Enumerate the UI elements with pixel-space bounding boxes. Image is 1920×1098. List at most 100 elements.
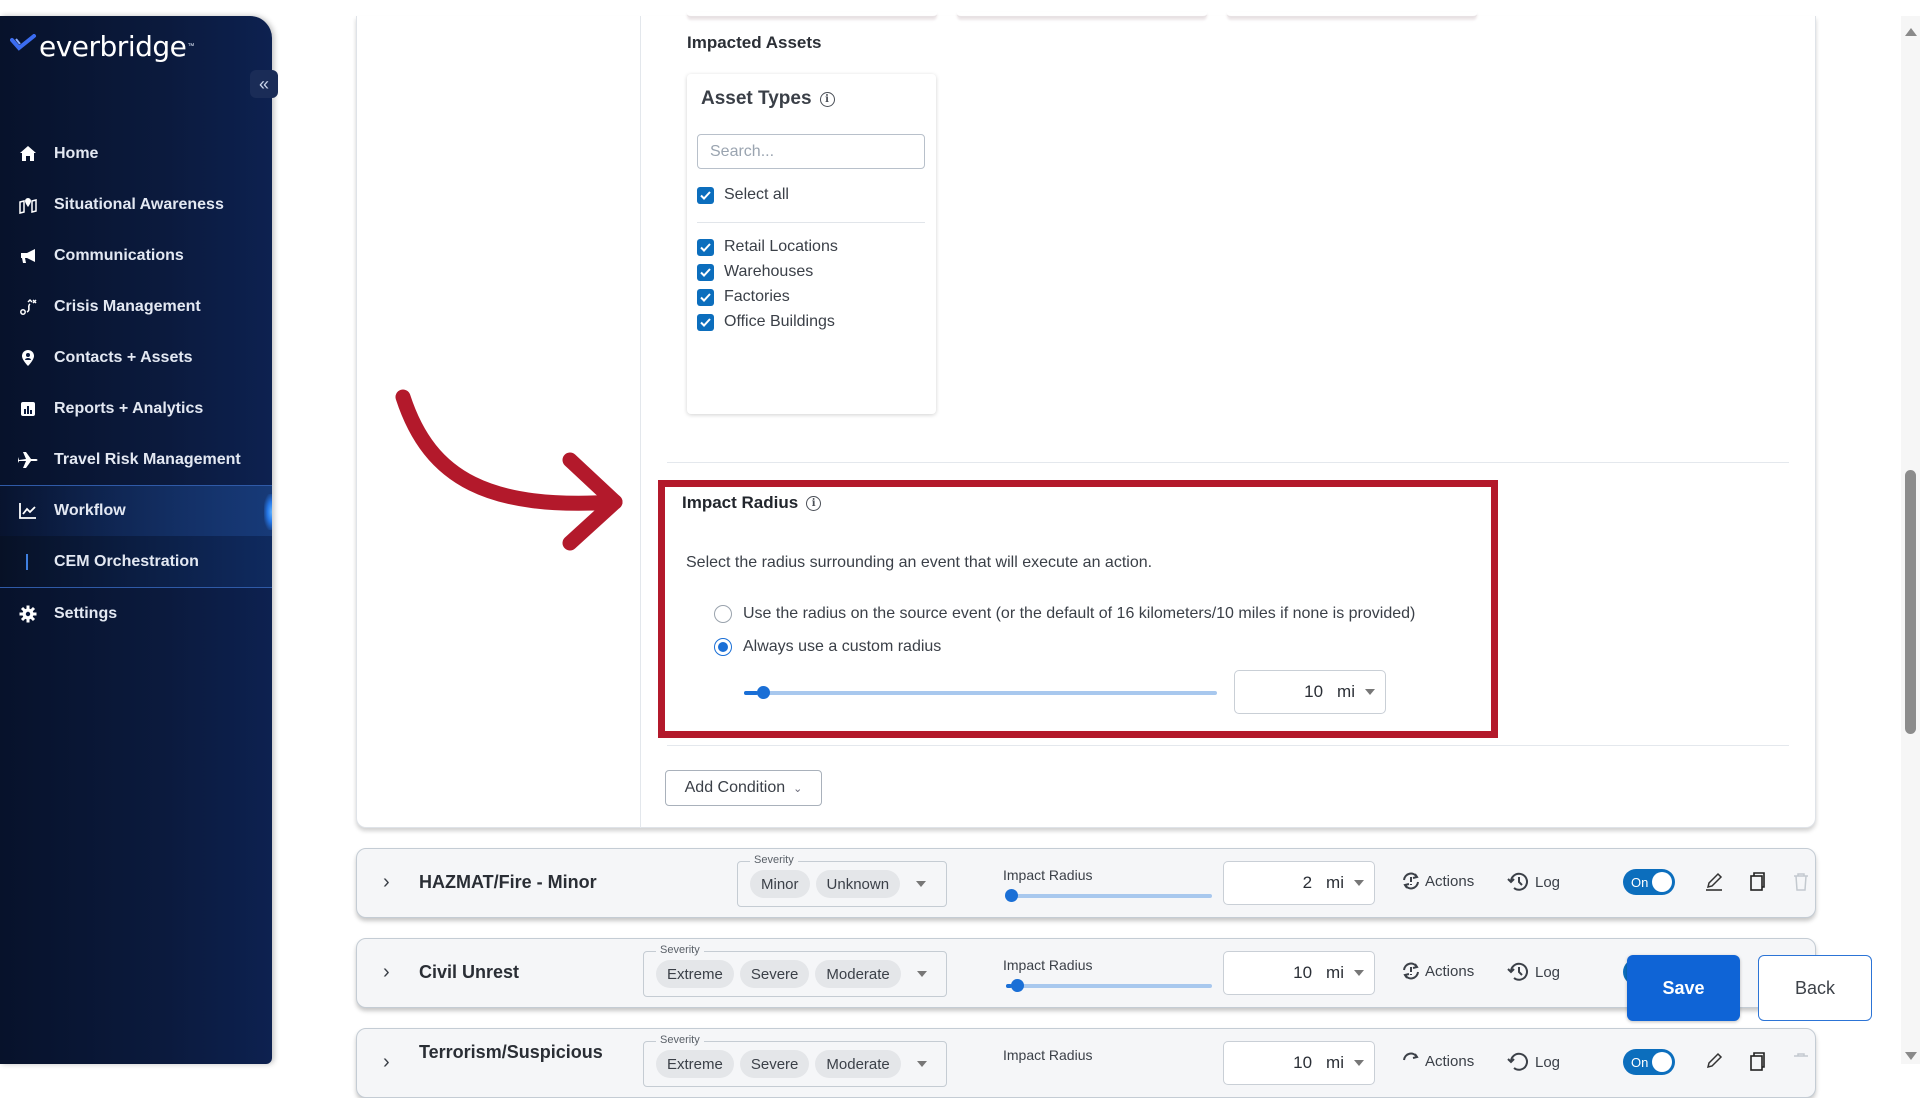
row-radius-select[interactable]: 10 mi <box>1223 951 1375 995</box>
enabled-toggle[interactable]: On <box>1623 869 1675 895</box>
sidebar-item-label: Crisis Management <box>54 297 201 315</box>
pencil-edit-icon[interactable] <box>1703 871 1725 893</box>
impact-radius-slider[interactable] <box>744 686 1217 699</box>
home-icon <box>18 144 38 164</box>
slider-thumb[interactable] <box>1011 979 1025 992</box>
checkbox-checked-icon <box>697 263 714 281</box>
actions-sync-icon <box>1403 872 1419 890</box>
field-stub <box>687 12 937 18</box>
workflow-row[interactable]: › Civil Unrest Severity Extreme Severe M… <box>356 938 1816 1008</box>
trash-icon[interactable] <box>1790 871 1812 893</box>
asset-option-retail-locations[interactable]: Retail Locations <box>697 238 838 256</box>
select-all-checkbox[interactable]: Select all <box>697 186 789 204</box>
log-link[interactable]: Log <box>1507 961 1560 983</box>
severity-select[interactable]: Severity Extreme Severe Moderate <box>643 944 947 997</box>
radio-label: Use the radius on the source event (or t… <box>743 605 1416 622</box>
radius-unit: mi <box>1326 963 1344 982</box>
sidebar-item-label: Workflow <box>54 502 126 519</box>
copy-icon[interactable] <box>1747 1051 1769 1073</box>
airplane-icon <box>18 450 38 470</box>
checkbox-label: Select all <box>724 186 789 203</box>
scrollbar-thumb[interactable] <box>1905 470 1916 734</box>
sidebar-item-workflow[interactable]: Workflow <box>0 485 272 536</box>
previous-section-fields <box>687 12 1477 18</box>
history-icon <box>1507 1052 1528 1071</box>
asset-option-factories[interactable]: Factories <box>697 288 790 306</box>
radius-unit: mi <box>1337 682 1355 701</box>
impact-radius-value-select[interactable]: 10 mi <box>1234 670 1386 714</box>
chevron-right-icon[interactable]: › <box>383 961 390 984</box>
radio-custom-radius[interactable]: Always use a custom radius <box>714 638 941 656</box>
sidebar-item-communications[interactable]: Communications <box>0 230 272 281</box>
row-impact-radius-slider[interactable] <box>1005 889 1212 902</box>
caret-down-icon <box>916 881 927 887</box>
scroll-down-arrow-icon[interactable] <box>1905 1052 1917 1060</box>
actions-sync-icon <box>1403 1052 1419 1061</box>
log-link[interactable]: Log <box>1507 871 1560 893</box>
workflow-row[interactable]: › Terrorism/Suspicious Severity Extreme … <box>356 1028 1816 1098</box>
chevron-right-icon[interactable]: › <box>383 871 390 894</box>
actions-link[interactable]: Actions <box>1401 871 1474 891</box>
row-impact-radius-slider[interactable] <box>1006 979 1212 992</box>
chevron-right-icon[interactable]: › <box>383 1051 390 1074</box>
caret-down-icon <box>916 1061 927 1067</box>
workflow-row[interactable]: › HAZMAT/Fire - Minor Severity Minor Unk… <box>356 848 1816 918</box>
asset-types-panel: Asset Types i Select all Retail Location… <box>687 74 936 414</box>
sidebar-item-contacts-assets[interactable]: Contacts + Assets <box>0 332 272 383</box>
radius-value: 2 <box>1302 873 1313 892</box>
severity-select[interactable]: Severity Extreme Severe Moderate <box>643 1034 947 1087</box>
severity-label: Severity <box>750 854 798 866</box>
save-button[interactable]: Save <box>1627 955 1740 1021</box>
sidebar-item-label: Reports + Analytics <box>54 399 204 417</box>
radio-selected-icon <box>714 638 732 656</box>
sidebar-subitem-cem-orchestration[interactable]: CEM Orchestration <box>0 536 272 588</box>
asset-option-office-buildings[interactable]: Office Buildings <box>697 313 835 331</box>
impact-radius-heading: Impact Radius i <box>682 493 822 513</box>
asset-option-warehouses[interactable]: Warehouses <box>697 263 813 281</box>
double-chevron-left-icon: « <box>258 73 269 94</box>
sidebar-item-label: CEM Orchestration <box>54 552 199 570</box>
slider-thumb[interactable] <box>1005 889 1018 902</box>
sidebar-item-reports-analytics[interactable]: Reports + Analytics <box>0 383 272 434</box>
vertical-scrollbar[interactable] <box>1901 16 1920 1064</box>
log-link[interactable]: Log <box>1507 1051 1560 1073</box>
line-chart-icon <box>18 501 38 521</box>
info-icon[interactable]: i <box>819 91 835 107</box>
severity-chip: Extreme <box>656 960 734 988</box>
sidebar-item-travel-risk-management[interactable]: Travel Risk Management <box>0 434 272 485</box>
enabled-toggle[interactable]: On <box>1623 1049 1675 1075</box>
actions-link[interactable]: Actions <box>1401 1051 1474 1071</box>
megaphone-icon <box>18 246 38 266</box>
brand-name: everbridge <box>39 29 187 63</box>
trash-icon[interactable] <box>1790 1051 1812 1073</box>
row-title: HAZMAT/Fire - Minor <box>419 872 597 892</box>
actions-link[interactable]: Actions <box>1401 961 1474 981</box>
everbridge-logo[interactable]: everbridge ™ <box>10 26 194 66</box>
row-radius-select[interactable]: 2 mi <box>1223 861 1375 905</box>
caret-down-icon <box>1354 880 1364 886</box>
copy-icon[interactable] <box>1747 871 1769 893</box>
severity-select[interactable]: Severity Minor Unknown <box>737 854 947 907</box>
radio-source-event-radius[interactable]: Use the radius on the source event (or t… <box>714 605 1415 623</box>
back-button[interactable]: Back <box>1758 955 1872 1021</box>
sidebar-item-settings[interactable]: Settings <box>0 588 272 639</box>
annotation-arrow-icon <box>395 389 623 551</box>
sidebar-item-home[interactable]: Home <box>0 128 272 179</box>
checkbox-label: Warehouses <box>724 263 814 280</box>
bar-chart-icon <box>18 399 38 419</box>
sidebar-item-crisis-management[interactable]: Crisis Management <box>0 281 272 332</box>
actions-label: Actions <box>1425 962 1475 980</box>
severity-chip: Severe <box>739 960 810 988</box>
info-icon[interactable]: i <box>806 495 822 511</box>
trademark: ™ <box>187 42 195 50</box>
sidebar-item-situational-awareness[interactable]: Situational Awareness <box>0 179 272 230</box>
checkbox-checked-icon <box>697 238 714 256</box>
radio-unselected-icon <box>714 605 732 623</box>
scroll-up-arrow-icon[interactable] <box>1905 28 1917 36</box>
add-condition-button[interactable]: Add Condition ⌄ <box>665 770 822 806</box>
crisis-icon <box>18 297 38 317</box>
asset-search-input[interactable] <box>697 134 925 169</box>
row-radius-select[interactable]: 10 mi <box>1223 1041 1375 1085</box>
collapse-sidebar-button[interactable]: « <box>250 70 278 98</box>
pencil-edit-icon[interactable] <box>1703 1051 1725 1073</box>
